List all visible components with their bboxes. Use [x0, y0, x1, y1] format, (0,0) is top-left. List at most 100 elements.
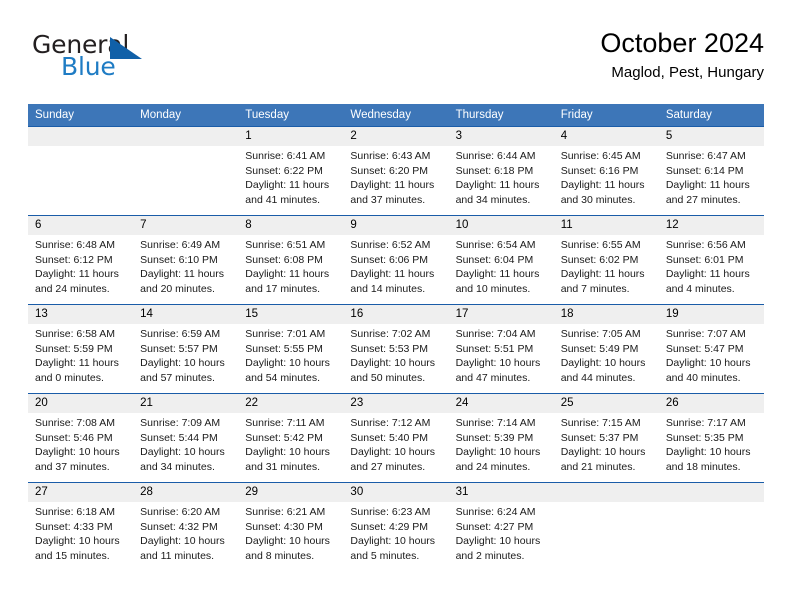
calendar-day-cell[interactable]: 25 Sunrise: 7:15 AM Sunset: 5:37 PM Dayligh… [553, 393, 659, 483]
day-cell-inner: 20 Sunrise: 7:08 AM Sunset: 5:46 PM Dayligh… [28, 394, 134, 482]
day-cell-inner: 26 Sunrise: 7:17 AM Sunset: 5:35 PM Dayligh… [658, 394, 764, 482]
calendar-day-cell[interactable]: 10 Sunrise: 6:54 AM Sunset: 6:04 PM Dayligh… [448, 215, 554, 305]
calendar-day-cell[interactable]: 16 Sunrise: 7:02 AM Sunset: 5:53 PM Dayligh… [343, 304, 449, 394]
calendar-day-cell[interactable]: 19 Sunrise: 7:07 AM Sunset: 5:47 PM Dayligh… [658, 304, 764, 394]
day-cell-inner [133, 127, 239, 215]
daylight-text: Daylight: 10 hours and 27 minutes. [350, 446, 436, 473]
day-cell-inner: 10 Sunrise: 6:54 AM Sunset: 6:04 PM Dayligh… [448, 216, 554, 304]
calendar-day-cell[interactable]: 27 Sunrise: 6:18 AM Sunset: 4:33 PM Dayligh… [28, 482, 134, 572]
day-info: Sunrise: 6:54 AM Sunset: 6:04 PM Daylight:… [449, 235, 554, 296]
sunrise-text: Sunrise: 6:20 AM [140, 506, 221, 518]
day-info: Sunrise: 7:17 AM Sunset: 5:35 PM Daylight:… [659, 413, 764, 474]
daylight-text: Daylight: 11 hours and 4 minutes. [665, 268, 750, 295]
sunset-text: Sunset: 6:18 PM [455, 164, 534, 177]
day-number: 5 [658, 127, 764, 146]
calendar-day-cell[interactable]: 11 Sunrise: 6:55 AM Sunset: 6:02 PM Dayligh… [553, 215, 659, 305]
calendar-body: 1 Sunrise: 6:41 AM Sunset: 6:22 PM Daylight… [28, 126, 764, 572]
calendar-day-cell[interactable]: 23 Sunrise: 7:12 AM Sunset: 5:40 PM Dayligh… [343, 393, 449, 483]
sunset-text: Sunset: 5:40 PM [350, 431, 429, 444]
calendar-day-cell[interactable]: 24 Sunrise: 7:14 AM Sunset: 5:39 PM Dayligh… [448, 393, 554, 483]
daylight-text: Daylight: 10 hours and 37 minutes. [35, 446, 120, 473]
sunset-text: Sunset: 6:04 PM [455, 253, 534, 266]
daylight-text: Daylight: 10 hours and 31 minutes. [245, 446, 330, 473]
day-cell-inner [553, 483, 659, 572]
sunrise-text: Sunrise: 7:01 AM [245, 328, 326, 340]
calendar-day-cell[interactable]: 30 Sunrise: 6:23 AM Sunset: 4:29 PM Dayligh… [343, 482, 449, 572]
calendar-day-cell[interactable]: 7 Sunrise: 6:49 AM Sunset: 6:10 PM Daylight… [133, 215, 239, 305]
sunset-text: Sunset: 5:44 PM [140, 431, 218, 444]
daylight-text: Daylight: 11 hours and 14 minutes. [350, 268, 435, 295]
calendar-day-cell[interactable]: 15 Sunrise: 7:01 AM Sunset: 5:55 PM Dayligh… [238, 304, 344, 394]
calendar-day-cell[interactable]: 3 Sunrise: 6:44 AM Sunset: 6:18 PM Daylight… [448, 126, 554, 216]
day-cell-inner: 7 Sunrise: 6:49 AM Sunset: 6:10 PM Daylight… [133, 216, 239, 304]
day-number: 23 [343, 394, 449, 413]
day-cell-inner: 13 Sunrise: 6:58 AM Sunset: 5:59 PM Dayligh… [28, 305, 134, 393]
calendar-day-cell-empty [553, 482, 659, 572]
weekday-header-row: Sunday Monday Tuesday Wednesday Thursday Frid… [28, 104, 764, 127]
day-number: 3 [448, 127, 554, 146]
day-cell-inner: 11 Sunrise: 6:55 AM Sunset: 6:02 PM Dayligh… [553, 216, 659, 304]
day-info: Sunrise: 6:24 AM Sunset: 4:27 PM Daylight:… [449, 502, 554, 563]
calendar-day-cell[interactable]: 8 Sunrise: 6:51 AM Sunset: 6:08 PM Daylight… [238, 215, 344, 305]
sunrise-text: Sunrise: 7:02 AM [350, 328, 431, 340]
day-cell-inner: 22 Sunrise: 7:11 AM Sunset: 5:42 PM Dayligh… [238, 394, 344, 482]
calendar-day-cell[interactable]: 6 Sunrise: 6:48 AM Sunset: 6:12 PM Daylight… [28, 215, 134, 305]
day-info: Sunrise: 7:07 AM Sunset: 5:47 PM Daylight:… [659, 324, 764, 385]
day-info: Sunrise: 7:08 AM Sunset: 5:46 PM Daylight:… [28, 413, 133, 474]
weekday-header-thursday: Thursday [448, 104, 554, 127]
day-cell-inner: 29 Sunrise: 6:21 AM Sunset: 4:30 PM Dayligh… [238, 483, 344, 572]
calendar-day-cell[interactable]: 1 Sunrise: 6:41 AM Sunset: 6:22 PM Daylight… [238, 126, 344, 216]
day-number: 8 [238, 216, 344, 235]
day-cell-inner: 9 Sunrise: 6:52 AM Sunset: 6:06 PM Daylight… [343, 216, 449, 304]
sunset-text: Sunset: 5:51 PM [455, 342, 534, 355]
calendar-day-cell[interactable]: 28 Sunrise: 6:20 AM Sunset: 4:32 PM Dayligh… [133, 482, 239, 572]
day-info: Sunrise: 6:49 AM Sunset: 6:10 PM Daylight:… [133, 235, 238, 296]
day-number: 19 [658, 305, 764, 324]
sunset-text: Sunset: 6:16 PM [560, 164, 639, 177]
sunrise-text: Sunrise: 6:44 AM [455, 150, 536, 162]
daylight-text: Daylight: 11 hours and 24 minutes. [35, 268, 119, 295]
calendar-day-cell[interactable]: 20 Sunrise: 7:08 AM Sunset: 5:46 PM Dayligh… [28, 393, 134, 483]
day-info: Sunrise: 6:59 AM Sunset: 5:57 PM Daylight:… [133, 324, 238, 385]
day-info: Sunrise: 7:05 AM Sunset: 5:49 PM Daylight:… [554, 324, 659, 385]
day-number: 29 [238, 483, 344, 502]
weekday-header-wednesday: Wednesday [343, 104, 449, 127]
calendar-day-cell[interactable]: 4 Sunrise: 6:45 AM Sunset: 6:16 PM Daylight… [553, 126, 659, 216]
calendar-day-cell[interactable]: 18 Sunrise: 7:05 AM Sunset: 5:49 PM Dayligh… [553, 304, 659, 394]
sunset-text: Sunset: 4:29 PM [350, 520, 429, 533]
calendar-day-cell[interactable]: 13 Sunrise: 6:58 AM Sunset: 5:59 PM Dayligh… [28, 304, 134, 394]
title-block: October 2024 Maglod, Pest, Hungary [600, 26, 764, 84]
calendar-day-cell[interactable]: 14 Sunrise: 6:59 AM Sunset: 5:57 PM Dayligh… [133, 304, 239, 394]
calendar-day-cell[interactable]: 9 Sunrise: 6:52 AM Sunset: 6:06 PM Daylight… [343, 215, 449, 305]
sunrise-text: Sunrise: 6:54 AM [455, 239, 536, 251]
day-info: Sunrise: 7:04 AM Sunset: 5:51 PM Daylight:… [449, 324, 554, 385]
sunset-text: Sunset: 4:33 PM [35, 520, 113, 533]
day-number: 28 [133, 483, 239, 502]
day-number [553, 483, 659, 502]
day-info: Sunrise: 6:52 AM Sunset: 6:06 PM Daylight:… [343, 235, 448, 296]
sunset-text: Sunset: 5:46 PM [35, 431, 113, 444]
day-number: 24 [448, 394, 554, 413]
calendar-day-cell[interactable]: 5 Sunrise: 6:47 AM Sunset: 6:14 PM Daylight… [658, 126, 764, 216]
daylight-text: Daylight: 10 hours and 2 minutes. [455, 535, 541, 562]
calendar-day-cell[interactable]: 17 Sunrise: 7:04 AM Sunset: 5:51 PM Dayligh… [448, 304, 554, 394]
calendar-day-cell[interactable]: 21 Sunrise: 7:09 AM Sunset: 5:44 PM Dayligh… [133, 393, 239, 483]
daylight-text: Daylight: 10 hours and 54 minutes. [245, 357, 330, 384]
calendar-day-cell[interactable]: 29 Sunrise: 6:21 AM Sunset: 4:30 PM Dayligh… [238, 482, 344, 572]
sunrise-text: Sunrise: 7:09 AM [140, 417, 221, 429]
day-cell-inner: 28 Sunrise: 6:20 AM Sunset: 4:32 PM Dayligh… [133, 483, 239, 572]
calendar-day-cell[interactable]: 26 Sunrise: 7:17 AM Sunset: 5:35 PM Dayligh… [658, 393, 764, 483]
calendar-day-cell[interactable]: 12 Sunrise: 6:56 AM Sunset: 6:01 PM Dayligh… [658, 215, 764, 305]
day-info: Sunrise: 6:41 AM Sunset: 6:22 PM Daylight:… [238, 146, 343, 207]
day-number: 20 [28, 394, 134, 413]
calendar-day-cell[interactable]: 2 Sunrise: 6:43 AM Sunset: 6:20 PM Daylight… [343, 126, 449, 216]
calendar-header-row: Sunday Monday Tuesday Wednesday Thursday Frid… [28, 104, 764, 127]
day-cell-inner: 12 Sunrise: 6:56 AM Sunset: 6:01 PM Dayligh… [658, 216, 764, 304]
sunset-text: Sunset: 6:12 PM [35, 253, 113, 266]
day-number: 7 [133, 216, 239, 235]
calendar-day-cell[interactable]: 22 Sunrise: 7:11 AM Sunset: 5:42 PM Dayligh… [238, 393, 344, 483]
calendar-day-cell[interactable]: 31 Sunrise: 6:24 AM Sunset: 4:27 PM Dayligh… [448, 482, 554, 572]
day-info: Sunrise: 7:11 AM Sunset: 5:42 PM Daylight:… [238, 413, 343, 474]
day-info: Sunrise: 6:58 AM Sunset: 5:59 PM Daylight:… [28, 324, 133, 385]
day-cell-inner: 25 Sunrise: 7:15 AM Sunset: 5:37 PM Dayligh… [553, 394, 659, 482]
